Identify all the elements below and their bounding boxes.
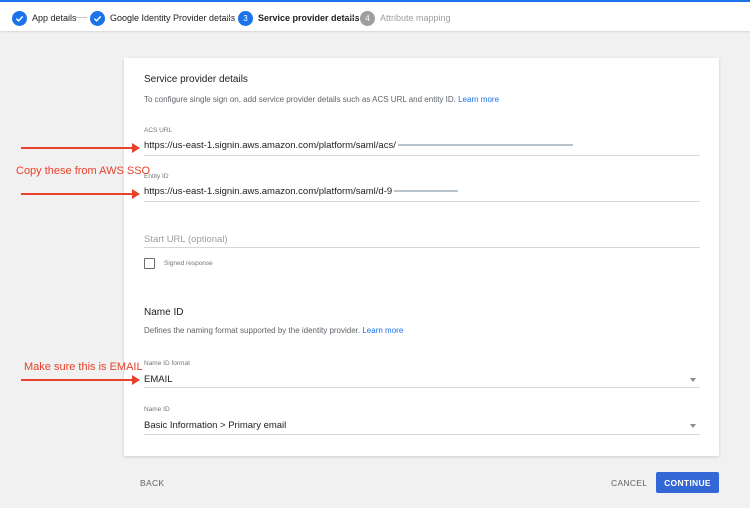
step-attribute-mapping[interactable]: 4 Attribute mapping [360, 10, 451, 26]
annotation-arrow [21, 375, 140, 385]
annotation-arrow [21, 189, 140, 199]
field-underline [144, 201, 700, 202]
annotation-make-sure-email: Make sure this is EMAIL [24, 361, 143, 373]
step-label: App details [32, 13, 77, 23]
service-provider-card: Service provider details To configure si… [124, 58, 719, 456]
start-url-input[interactable]: Start URL (optional) [144, 234, 228, 245]
section-description: To configure single sign on, add service… [144, 95, 500, 104]
name-id-description: Defines the naming format supported by t… [144, 326, 404, 335]
cancel-button[interactable]: CANCEL [611, 478, 647, 488]
step-connector [222, 17, 234, 18]
step-number: 4 [360, 10, 375, 26]
field-underline [144, 434, 700, 435]
stepper-bar: App details Google Identity Provider det… [0, 0, 750, 31]
dropdown-arrow-icon[interactable] [690, 424, 696, 428]
learn-more-link[interactable]: Learn more [458, 95, 499, 104]
acs-url-label: ACS URL [144, 127, 173, 134]
name-id-format-label: Name ID format [144, 360, 190, 367]
name-id-label: Name ID [144, 406, 170, 413]
back-button[interactable]: BACK [140, 478, 164, 488]
name-id-select[interactable]: Basic Information > Primary email [144, 420, 286, 431]
redacted-text [394, 190, 459, 193]
learn-more-link[interactable]: Learn more [362, 326, 403, 335]
field-underline [144, 155, 700, 156]
annotation-arrow [21, 143, 140, 153]
field-underline [144, 247, 700, 248]
step-label: Service provider details [258, 13, 360, 23]
signed-response-label: Signed response [164, 260, 213, 267]
step-number: 3 [238, 10, 253, 26]
step-connector [75, 17, 87, 18]
annotation-copy-from-sso: Copy these from AWS SSO [16, 165, 151, 177]
signed-response-checkbox[interactable] [144, 258, 155, 269]
continue-button[interactable]: CONTINUE [656, 472, 719, 493]
check-icon [90, 10, 105, 26]
step-connector [344, 17, 356, 18]
check-icon [12, 10, 27, 26]
redacted-text [397, 144, 573, 147]
step-label: Google Identity Provider details [110, 13, 236, 23]
step-idp-details[interactable]: Google Identity Provider details [90, 10, 235, 26]
dropdown-arrow-icon[interactable] [690, 378, 696, 382]
entity-id-input[interactable]: https://us-east-1.signin.aws.amazon.com/… [144, 186, 459, 197]
section-title: Service provider details [144, 74, 248, 85]
step-app-details[interactable]: App details [12, 10, 77, 26]
field-underline [144, 387, 700, 388]
name-id-title: Name ID [144, 307, 184, 318]
step-label: Attribute mapping [380, 13, 451, 23]
name-id-format-select[interactable]: EMAIL [144, 374, 173, 385]
step-service-provider-details[interactable]: 3 Service provider details [238, 10, 360, 26]
acs-url-input[interactable]: https://us-east-1.signin.aws.amazon.com/… [144, 140, 573, 151]
